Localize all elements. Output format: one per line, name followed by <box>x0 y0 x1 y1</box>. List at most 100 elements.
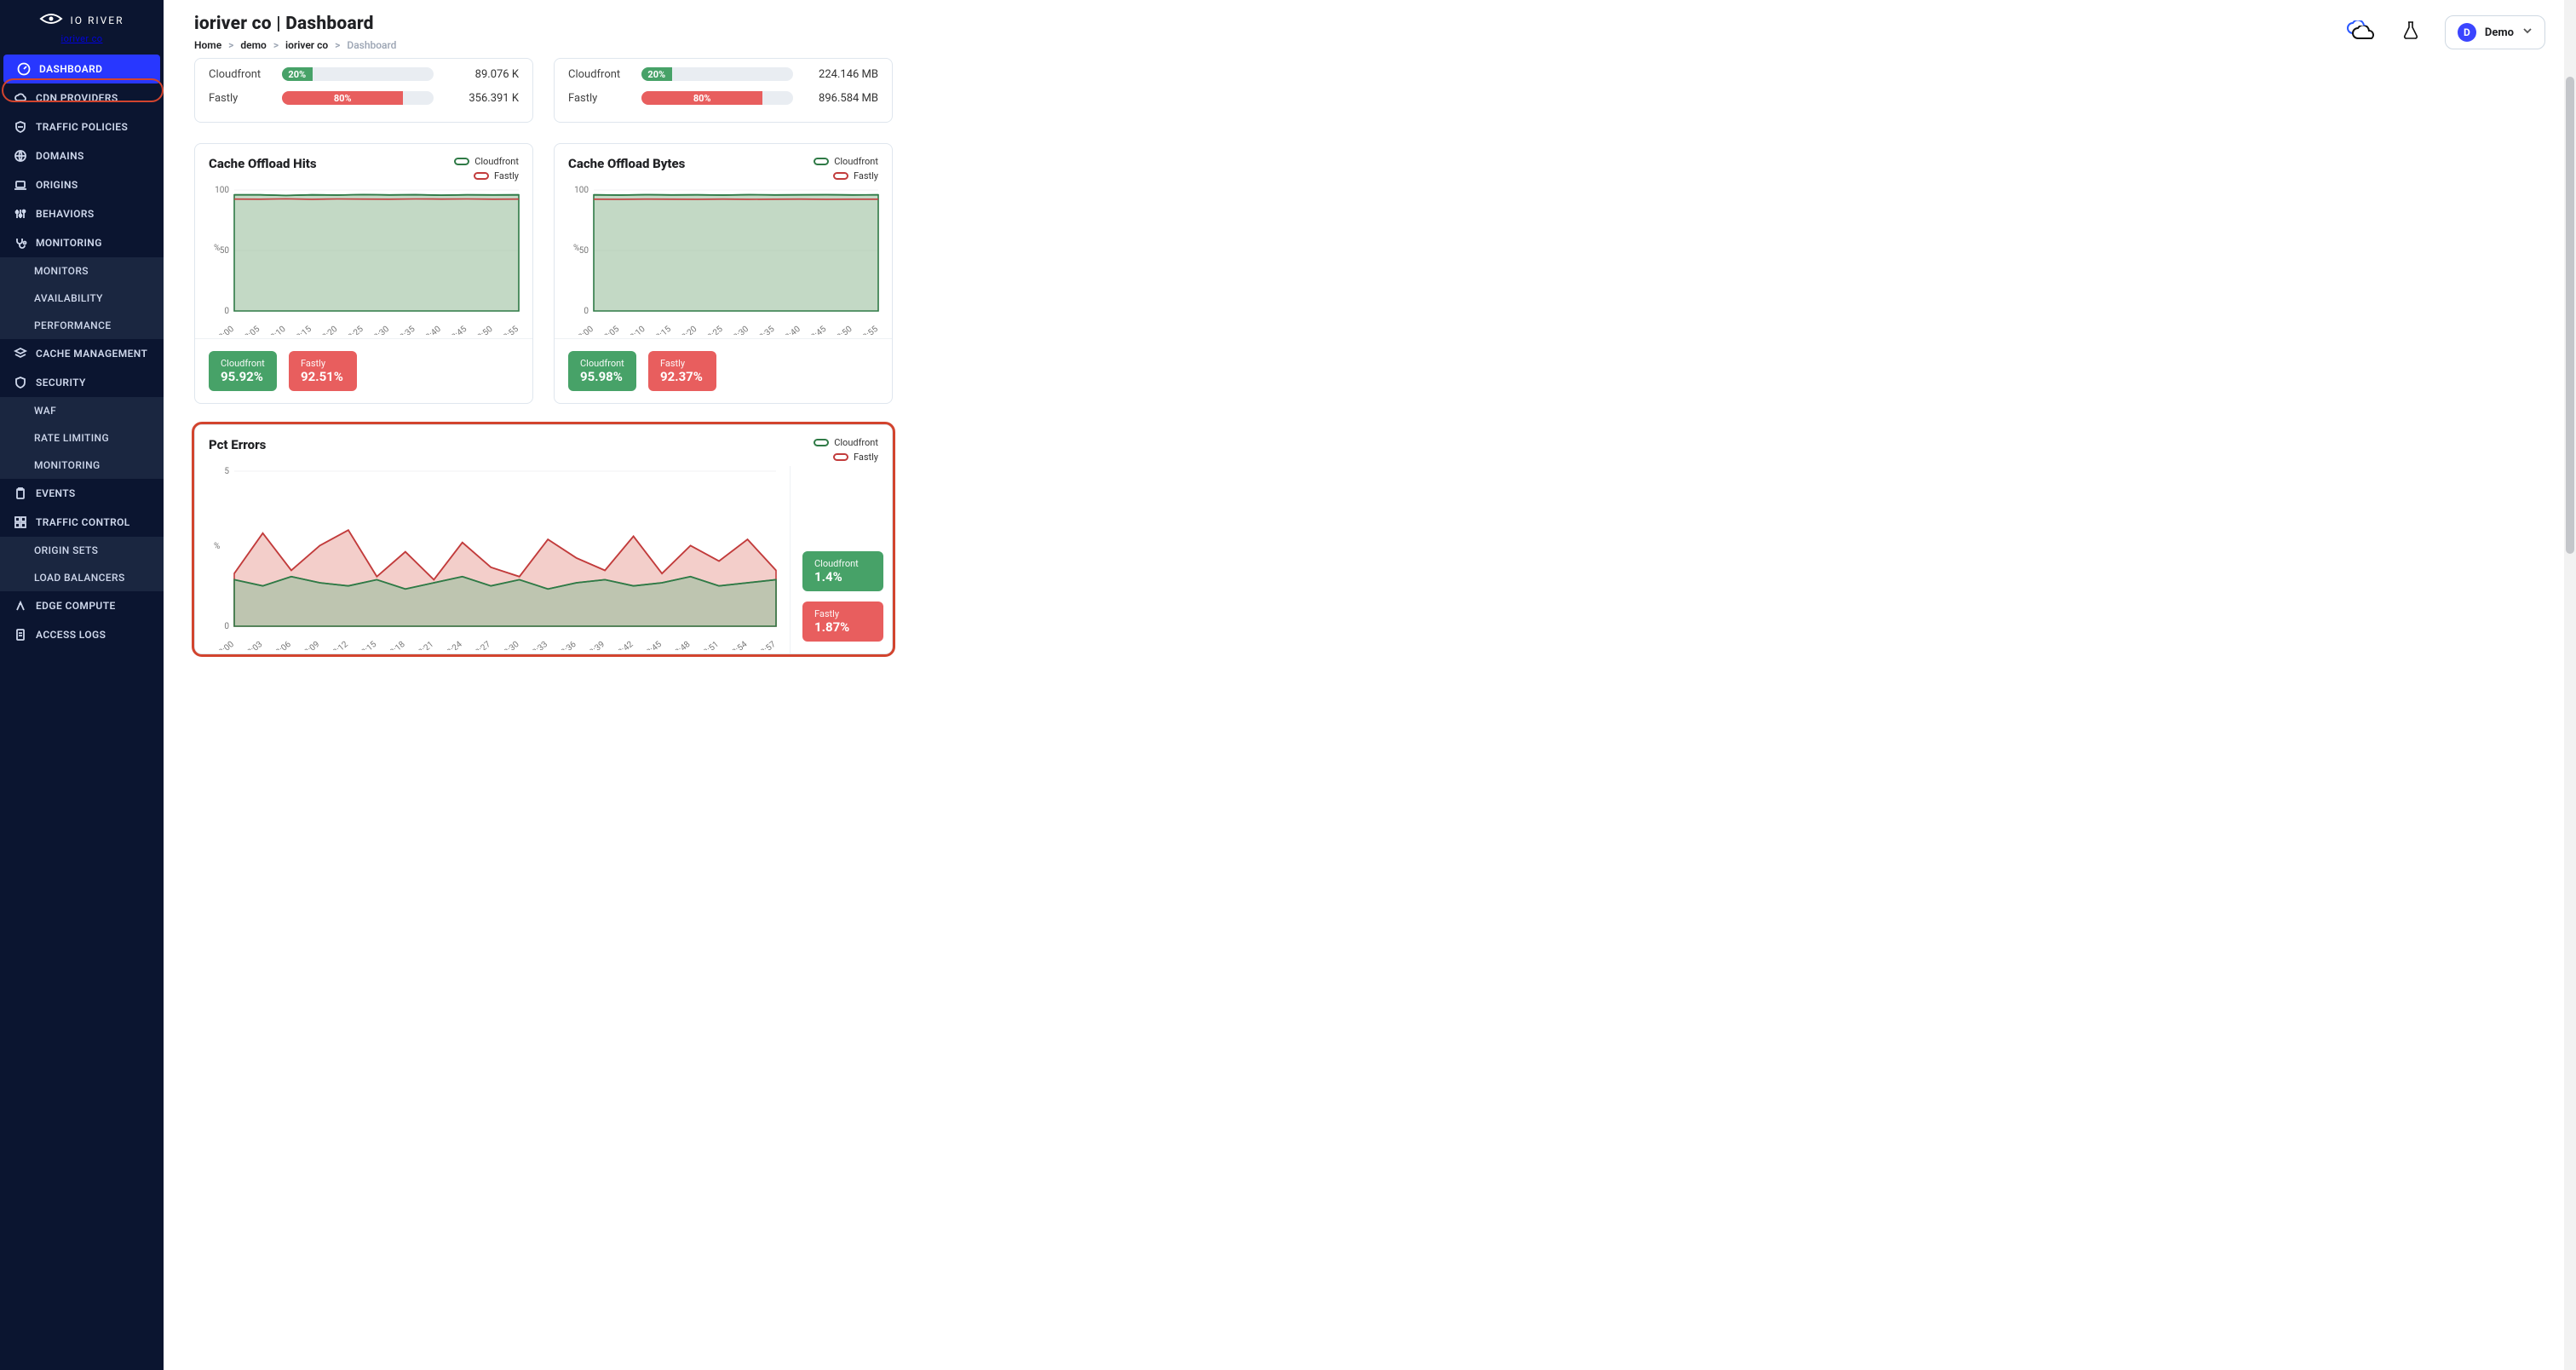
split-bar: 20% <box>282 67 434 81</box>
scrollbar-thumb[interactable] <box>2566 77 2574 554</box>
svg-text:13:36: 13:36 <box>555 640 578 650</box>
svg-text:13:42: 13:42 <box>612 640 635 650</box>
svg-text:13:35: 13:35 <box>754 325 776 335</box>
sidebar-item-waf[interactable]: WAF <box>0 397 164 424</box>
sidebar-item-origins[interactable]: ORIGINS <box>0 170 164 199</box>
topbar: ioriver co | Dashboard Home>demo>ioriver… <box>164 0 2576 58</box>
svg-text:13:40: 13:40 <box>780 325 802 335</box>
provider-label: Fastly <box>209 92 270 105</box>
card-title: Cache Offload Hits <box>209 156 317 171</box>
svg-text:13:06: 13:06 <box>271 640 293 650</box>
content-scroll[interactable]: Cloudfront20%89.076 KFastly80%356.391 K … <box>164 58 2576 1370</box>
provider-label: Cloudfront <box>209 68 270 81</box>
sidebar-item-logs[interactable]: ACCESS LOGS <box>0 620 164 649</box>
svg-text:13:00: 13:00 <box>573 325 595 335</box>
sidebar-item-label: MONITORING <box>36 237 102 249</box>
sidebar-item-events[interactable]: EVENTS <box>0 479 164 508</box>
sidebar-item-label: DASHBOARD <box>39 63 102 75</box>
sidebar-item-label: RATE LIMITING <box>34 432 109 444</box>
legend: Cloudfront Fastly <box>814 156 878 181</box>
grid-icon <box>14 515 27 529</box>
svg-text:13:15: 13:15 <box>651 325 673 335</box>
brand: IO RIVER ioriver co <box>0 0 164 49</box>
stat-value: 92.51% <box>301 369 345 384</box>
sidebar-item-label: TRAFFIC CONTROL <box>36 516 130 528</box>
stat-label: Cloudfront <box>814 558 871 569</box>
chevron-down-icon <box>2522 26 2533 39</box>
svg-text:13:30: 13:30 <box>728 325 750 335</box>
card-title: Pct Errors <box>209 437 266 452</box>
globe-icon <box>14 149 27 163</box>
sidebar-item-label: BEHAVIORS <box>36 208 95 220</box>
provider-label: Cloudfront <box>568 68 630 81</box>
sidebar-item-origin-sets[interactable]: ORIGIN SETS <box>0 537 164 564</box>
svg-text:13:10: 13:10 <box>625 325 647 335</box>
stat-badge: Fastly92.37% <box>648 351 716 391</box>
split-bar-fill: 80% <box>282 91 403 105</box>
sidebar-item-dashboard[interactable]: DASHBOARD <box>3 55 160 83</box>
svg-text:100: 100 <box>215 186 229 195</box>
svg-text:13:30: 13:30 <box>499 640 521 650</box>
sidebar-item-domains[interactable]: DOMAINS <box>0 141 164 170</box>
sidebar-item-label: EVENTS <box>36 487 76 499</box>
sidebar-item-availability[interactable]: AVAILABILITY <box>0 285 164 312</box>
brand-name: IO RIVER <box>70 14 124 26</box>
sidebar-item-rate[interactable]: RATE LIMITING <box>0 424 164 452</box>
policy-icon <box>14 120 27 134</box>
stat-badge: Cloudfront95.98% <box>568 351 636 391</box>
sidebar-item-performance[interactable]: PERFORMANCE <box>0 312 164 339</box>
stethoscope-icon <box>14 236 27 250</box>
svg-text:13:25: 13:25 <box>703 325 725 335</box>
cache-offload-hits-card: Cache Offload Hits Cloudfront Fastly 050… <box>194 143 533 404</box>
sidebar-item-label: MONITORS <box>34 265 89 277</box>
sidebar-item-monitoring[interactable]: MONITORING <box>0 228 164 257</box>
account-name: Demo <box>2485 26 2514 39</box>
svg-text:13:20: 13:20 <box>317 325 339 335</box>
sidebar-item-traffic-control[interactable]: TRAFFIC CONTROL <box>0 508 164 537</box>
eye-icon <box>39 12 63 28</box>
sidebar-item-behaviors[interactable]: BEHAVIORS <box>0 199 164 228</box>
scrollbar[interactable] <box>2564 0 2576 1370</box>
stat-badge: Fastly1.87% <box>802 602 883 642</box>
svg-text:13:20: 13:20 <box>676 325 699 335</box>
breadcrumb-item[interactable]: Home <box>194 39 221 51</box>
split-value: 89.076 K <box>446 68 519 81</box>
sidebar-item-label: DOMAINS <box>36 150 84 162</box>
breadcrumb-item[interactable]: ioriver co <box>285 39 328 51</box>
sidebar-item-label: MONITORING <box>34 459 101 471</box>
cloud-icon[interactable] <box>2346 20 2377 44</box>
svg-text:13:35: 13:35 <box>394 325 417 335</box>
sidebar-item-monitors[interactable]: MONITORS <box>0 257 164 285</box>
svg-text:13:33: 13:33 <box>527 640 549 650</box>
stat-value: 95.98% <box>580 369 624 384</box>
svg-text:0: 0 <box>224 307 229 316</box>
svg-text:13:00: 13:00 <box>214 640 236 650</box>
account-avatar: D <box>2458 23 2476 42</box>
sidebar-item-traffic-policies[interactable]: TRAFFIC POLICIES <box>0 112 164 141</box>
stat-badge: Fastly92.51% <box>289 351 357 391</box>
svg-text:5: 5 <box>224 467 229 476</box>
breadcrumb-item[interactable]: demo <box>240 39 266 51</box>
sidebar-item-sec-mon[interactable]: MONITORING <box>0 452 164 479</box>
flask-icon[interactable] <box>2401 20 2421 44</box>
sidebar-item-lbs[interactable]: LOAD BALANCERS <box>0 564 164 591</box>
sidebar-item-edge[interactable]: EDGE COMPUTE <box>0 591 164 620</box>
svg-text:50: 50 <box>579 246 589 256</box>
main: ioriver co | Dashboard Home>demo>ioriver… <box>164 0 2576 1370</box>
svg-text:13:21: 13:21 <box>413 640 435 650</box>
sidebar-item-security[interactable]: SECURITY <box>0 368 164 397</box>
legend-swatch-fastly <box>833 453 848 461</box>
sidebar-item-cdn[interactable]: CDN PROVIDERS <box>0 83 164 112</box>
split-value: 896.584 MB <box>805 92 878 105</box>
legend-swatch-cloudfront <box>814 439 829 446</box>
svg-text:100: 100 <box>574 186 589 195</box>
account-switcher[interactable]: D Demo <box>2445 15 2545 49</box>
svg-text:13:15: 13:15 <box>291 325 313 335</box>
sidebar-item-cache[interactable]: CACHE MANAGEMENT <box>0 339 164 368</box>
split-bar: 80% <box>641 91 793 105</box>
brand-logo: IO RIVER <box>39 12 124 28</box>
legend: Cloudfront Fastly <box>454 156 519 181</box>
svg-text:13:45: 13:45 <box>446 325 469 335</box>
brand-sub-link[interactable]: ioriver co <box>61 33 103 44</box>
chart: 050100%13:0013:0513:1013:1513:2013:2513:… <box>555 185 892 338</box>
